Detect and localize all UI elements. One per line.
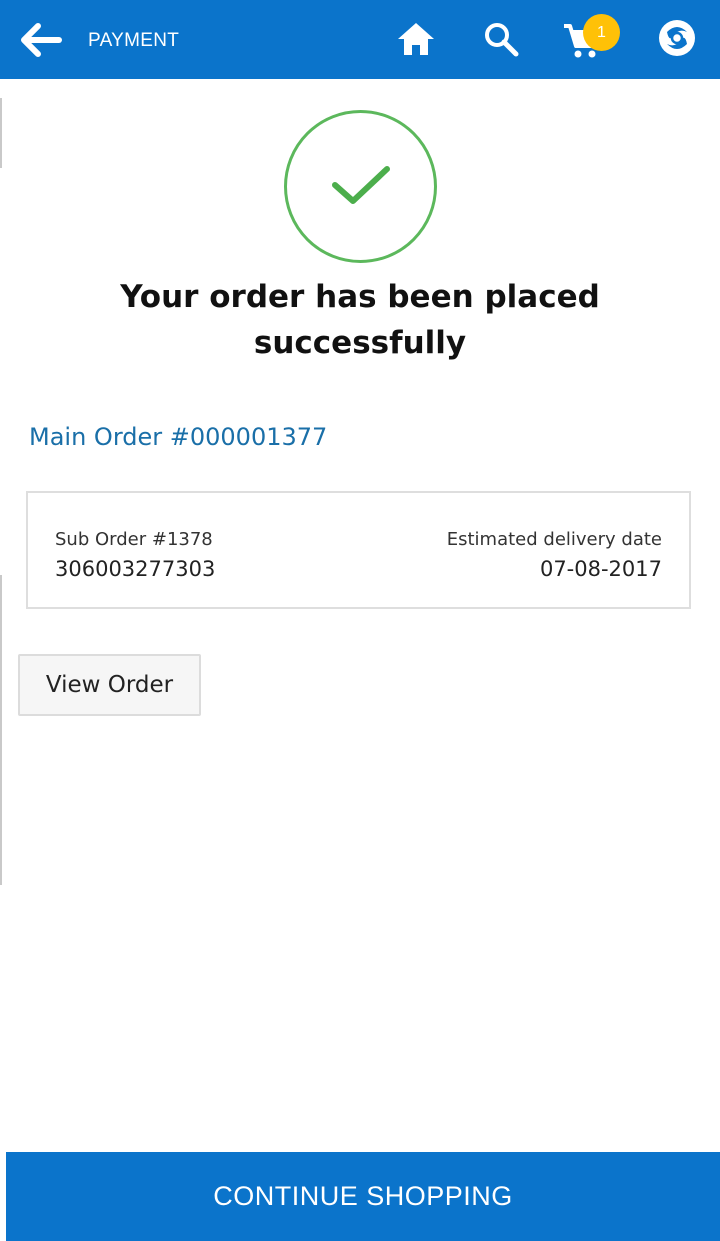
home-icon[interactable]: [396, 21, 436, 57]
continue-shopping-button[interactable]: CONTINUE SHOPPING: [6, 1152, 720, 1241]
page-title: PAYMENT: [88, 30, 180, 51]
sub-order-number: 306003277303: [55, 557, 216, 581]
cart-count-badge: 1: [583, 14, 620, 51]
success-message: Your order has been placed successfully: [120, 279, 600, 361]
delivery-date-label: Estimated delivery date: [446, 529, 662, 550]
arrow-left-icon[interactable]: [20, 22, 62, 58]
sub-order-card: Sub Order #1378 306003277303 Estimated d…: [26, 491, 691, 609]
order-confirmation-screen: PAYMENT 1 Your order has been placed suc…: [0, 0, 720, 1241]
edge-divider: [0, 98, 2, 168]
delivery-date-value: 07-08-2017: [539, 557, 662, 581]
main-order-number[interactable]: Main Order #000001377: [29, 423, 327, 451]
view-order-button[interactable]: View Order: [18, 654, 201, 716]
search-icon[interactable]: [482, 20, 520, 58]
sub-order-label: Sub Order #1378: [55, 529, 213, 550]
top-app-bar: PAYMENT 1: [0, 0, 720, 79]
brand-logo-icon[interactable]: [657, 18, 697, 58]
check-circle-icon: [284, 110, 437, 263]
edge-divider: [0, 575, 2, 885]
